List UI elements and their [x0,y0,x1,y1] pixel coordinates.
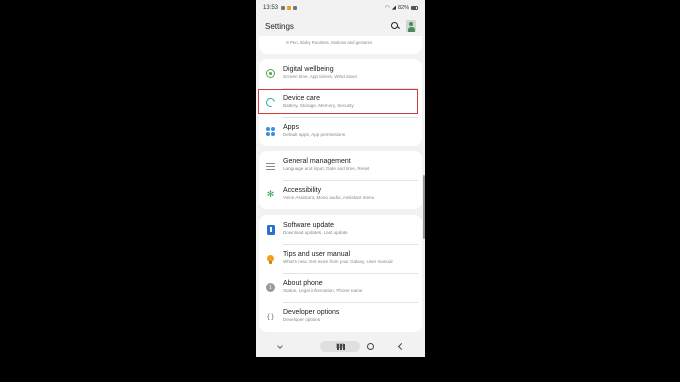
item-subtitle: What's new, Get more from your Galaxy, U… [283,259,393,264]
settings-item-digital-wellbeing[interactable]: Digital wellbeing Screen time, App timer… [259,59,422,88]
item-label: Apps [283,124,299,131]
notification-icon [293,6,298,10]
wifi-icon: ◠ [384,5,390,11]
settings-item-accessibility[interactable]: ✻ Accessibility Voice Assistant, Mono au… [259,180,422,209]
battery-icon [411,6,418,10]
back-button[interactable] [395,341,405,352]
back-icon [397,342,405,351]
partial-item-subtitle: S Pen, Bixby Routines, Motions and gestu… [286,40,373,45]
item-label: Software update [283,222,334,229]
item-subtitle: Status, Legal information, Phone name [283,288,363,293]
page-title: Settings [265,21,294,31]
settings-item-tips-and-user-manual[interactable]: Tips and user manual What's new, Get mor… [259,244,422,273]
status-bar: 13:53 ◠ ◢ 82% [256,0,425,16]
signal-icon: ◢ [391,5,396,11]
item-subtitle: Developer options [283,317,321,322]
settings-card-partial[interactable]: S Pen, Bixby Routines, Motions and gestu… [259,36,422,54]
item-label: Developer options [283,309,340,316]
item-subtitle: Voice Assistant, Mono audio, Assistant m… [283,195,375,200]
phone-screen: 13:53 ◠ ◢ 82% Settings S Pen, Bixby Rout… [256,0,425,357]
notification-icon [287,6,292,10]
navigation-bar: ⌨ [256,336,425,357]
chevron-down-icon [277,342,283,349]
item-subtitle: Default apps, App permissions [283,132,346,137]
item-subtitle: Screen time, App timers, Wind down [283,74,358,79]
settings-card-group-2: General management Language and input, D… [259,151,422,209]
status-time: 13:53 [263,5,279,11]
settings-item-about-phone[interactable]: i About phone Status, Legal information,… [259,273,422,302]
highlight-box [258,89,418,114]
software-update-icon [265,224,276,235]
settings-item-developer-options[interactable]: {} Developer options Developer options [259,302,422,331]
notification-icons [281,6,298,10]
avatar[interactable] [406,20,416,32]
system-icons: ◠ ◢ 82% [385,5,418,11]
search-icon[interactable] [390,21,400,31]
item-label: General management [283,158,351,165]
recent-apps-button[interactable] [336,341,346,352]
lightbulb-icon [265,253,276,264]
settings-card-group-3: Software update Download updates, Last u… [259,215,422,332]
apps-icon [265,126,276,137]
developer-icon: {} [266,312,275,321]
item-subtitle: Download updates, Last update [283,230,348,235]
home-icon [366,343,374,350]
digital-wellbeing-icon [265,68,276,79]
settings-item-general-management[interactable]: General management Language and input, D… [259,151,422,180]
scrollbar[interactable] [423,175,425,239]
item-label: Tips and user manual [283,251,351,258]
home-button[interactable] [365,341,375,352]
accessibility-icon: ✻ [266,189,275,199]
info-icon: i [265,282,276,293]
settings-item-apps[interactable]: Apps Default apps, App permissions [259,117,422,146]
settings-item-software-update[interactable]: Software update Download updates, Last u… [259,215,422,244]
settings-header: Settings [256,16,425,36]
hide-keyboard-button[interactable] [275,341,285,352]
item-label: Accessibility [283,187,322,194]
notification-icon [281,6,286,10]
sliders-icon [265,160,276,171]
battery-percent: 82% [397,5,409,11]
item-subtitle: Language and input, Date and time, Reset [283,166,370,171]
item-label: About phone [283,280,323,287]
item-label: Digital wellbeing [283,66,334,73]
